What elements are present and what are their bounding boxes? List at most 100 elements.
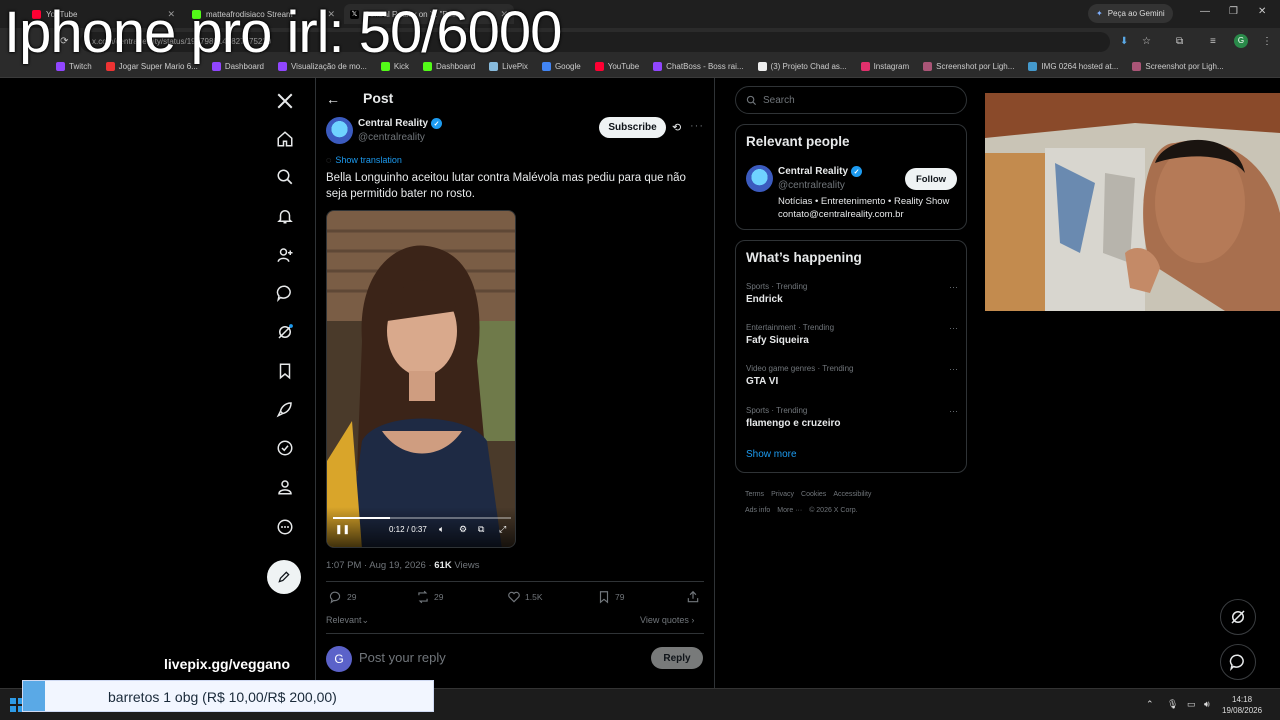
notifications-bell-icon[interactable] — [274, 205, 296, 227]
like-action[interactable]: 1.5K — [507, 590, 543, 604]
chevron-up-icon[interactable]: ⌃ — [1146, 699, 1154, 710]
follow-people-icon[interactable] — [274, 244, 296, 266]
messages-icon[interactable] — [274, 282, 296, 304]
author-avatar[interactable] — [326, 117, 353, 144]
fullscreen-icon[interactable]: ⤢ — [499, 524, 506, 535]
footer-link[interactable]: More ··· — [777, 507, 802, 514]
bookmark-item[interactable]: Screenshot por Ligh... — [923, 62, 1014, 71]
trend-item[interactable]: Sports · Trending Endrick ··· — [746, 282, 958, 305]
show-translation-link[interactable]: ◌ Show translation — [326, 155, 402, 165]
more-icon[interactable]: ··· — [949, 406, 958, 416]
microphone-icon[interactable]: 🎙︎ — [1167, 699, 1178, 710]
more-icon[interactable]: ··· — [949, 282, 958, 292]
media-icon[interactable]: ≡ — [1210, 36, 1216, 47]
author-handle[interactable]: @centralreality — [358, 132, 425, 143]
like-count: 1.5K — [525, 592, 543, 602]
trend-name: GTA VI — [746, 376, 779, 387]
extensions-icon[interactable]: ⧉ — [1176, 36, 1183, 47]
jobs-rocket-icon[interactable] — [274, 398, 296, 420]
show-more-link[interactable]: Show more — [746, 449, 797, 460]
explore-search-icon[interactable] — [274, 166, 296, 188]
volume-icon[interactable]: 🔊︎ — [1204, 699, 1210, 710]
bookmark-item[interactable]: Screenshot por Ligh... — [1132, 62, 1224, 71]
grok-icon — [1231, 610, 1245, 624]
footer-link[interactable]: Privacy — [771, 491, 794, 498]
bookmark-action[interactable]: 79 — [597, 590, 624, 604]
bookmark-star-icon[interactable]: ☆ — [1142, 36, 1151, 47]
subscribe-button[interactable]: Subscribe — [599, 117, 666, 138]
grok-icon[interactable] — [274, 321, 296, 343]
reply-button[interactable]: Reply — [651, 647, 703, 669]
footer-link[interactable]: Terms — [745, 491, 764, 498]
bookmark-favicon-icon — [757, 62, 767, 71]
view-quotes-link[interactable]: View quotes › — [640, 615, 694, 625]
verified-orgs-icon[interactable] — [274, 437, 296, 459]
footer-links: Terms Privacy Cookies Accessibility Ads inf… — [745, 487, 965, 519]
profile-icon[interactable] — [274, 476, 296, 498]
video-progress-fill — [333, 517, 390, 519]
reply-icon — [329, 591, 341, 604]
footer-link[interactable]: Cookies — [801, 491, 826, 498]
repost-action[interactable]: 29 — [416, 590, 443, 604]
bookmark-label: ChatBoss - Boss rai... — [666, 62, 744, 71]
bookmark-favicon-icon — [1028, 62, 1038, 71]
compose-post-button[interactable] — [267, 560, 301, 594]
more-options-icon[interactable] — [274, 516, 296, 538]
person-name[interactable]: Central Reality ✓ — [778, 166, 863, 177]
trend-name: Endrick — [746, 294, 783, 305]
trend-item[interactable]: Sports · Trending flamengo e cruzeiro ··… — [746, 406, 958, 429]
bookmark-item[interactable]: (3) Projeto Chad as... — [757, 62, 847, 71]
install-icon[interactable]: ⬇ — [1120, 36, 1128, 47]
close-window-icon[interactable]: ✕ — [1258, 6, 1266, 17]
clock-date: 19/08/2026 — [1222, 706, 1263, 715]
author-name[interactable]: Central Reality ✓ — [358, 118, 443, 129]
stream-goal-overlay: Iphone pro irl: 50/6000 — [4, 0, 562, 65]
footer-link[interactable]: Accessibility — [833, 491, 871, 498]
volume-icon[interactable]: 🔈︎ — [439, 524, 444, 535]
restore-icon[interactable]: ❐ — [1229, 6, 1238, 17]
bookmark-item[interactable]: IMG 0264 hosted at... — [1028, 62, 1118, 71]
bookmark-item[interactable]: ChatBoss - Boss rai... — [653, 62, 744, 71]
grok-floating-button[interactable] — [1220, 599, 1256, 635]
post-timestamp[interactable]: 1:07 PM · Aug 19, 2026 · — [326, 560, 434, 571]
more-icon[interactable]: ··· — [949, 323, 958, 333]
x-logo-icon[interactable] — [274, 90, 296, 112]
search-input[interactable]: Search — [735, 86, 967, 114]
post-actions: 29 29 1.5K 79 — [326, 590, 704, 608]
settings-gear-icon[interactable]: ⚙ — [459, 524, 467, 535]
footer-link[interactable]: Ads info — [745, 507, 770, 514]
bookmarks-icon[interactable] — [274, 360, 296, 382]
minimize-icon[interactable]: — — [1200, 6, 1210, 17]
messages-icon — [1229, 654, 1244, 671]
person-handle[interactable]: @centralreality — [778, 180, 845, 191]
reply-sort-dropdown[interactable]: Relevant⌄ — [326, 615, 369, 626]
bookmark-item[interactable]: Instagram — [860, 62, 909, 71]
video-player[interactable]: ❚❚ 0:12 / 0:37 🔈︎ ⚙ ⧉ ⤢ — [326, 210, 516, 548]
trend-item[interactable]: Entertainment · Trending Fafy Siqueira ·… — [746, 323, 958, 346]
menu-icon[interactable]: ⋮ — [1262, 36, 1272, 47]
share-action[interactable] — [686, 590, 700, 604]
video-progress-bar[interactable] — [333, 517, 511, 519]
bookmark-item[interactable]: YouTube — [594, 62, 639, 71]
user-avatar[interactable]: G — [326, 646, 352, 672]
home-icon[interactable] — [274, 128, 296, 150]
profile-avatar[interactable]: G — [1234, 34, 1248, 48]
taskbar-clock[interactable]: 14:18 19/08/2026 — [1222, 694, 1262, 716]
reply-input[interactable]: Post your reply — [359, 650, 446, 665]
dock-video-icon[interactable]: ⧉ — [478, 524, 484, 535]
back-arrow-icon[interactable]: ← — [326, 91, 340, 107]
views-count: 61K — [434, 560, 452, 571]
more-icon[interactable]: ··· — [949, 364, 958, 374]
trend-name: flamengo e cruzeiro — [746, 418, 841, 429]
messages-floating-button[interactable] — [1220, 644, 1256, 680]
trend-category: Sports · Trending — [746, 282, 808, 291]
more-icon[interactable]: ··· — [690, 120, 704, 132]
grok-explain-icon[interactable]: ⟲ — [672, 121, 681, 134]
reply-action[interactable]: 29 — [329, 590, 356, 604]
pause-icon[interactable]: ❚❚ — [335, 524, 350, 535]
gemini-button[interactable]: ✦ Peça ao Gemini — [1088, 4, 1173, 23]
display-icon[interactable]: ▭ — [1187, 699, 1196, 710]
person-avatar[interactable] — [746, 165, 773, 192]
follow-button[interactable]: Follow — [905, 168, 957, 190]
trend-item[interactable]: Video game genres · Trending GTA VI ··· — [746, 364, 958, 387]
